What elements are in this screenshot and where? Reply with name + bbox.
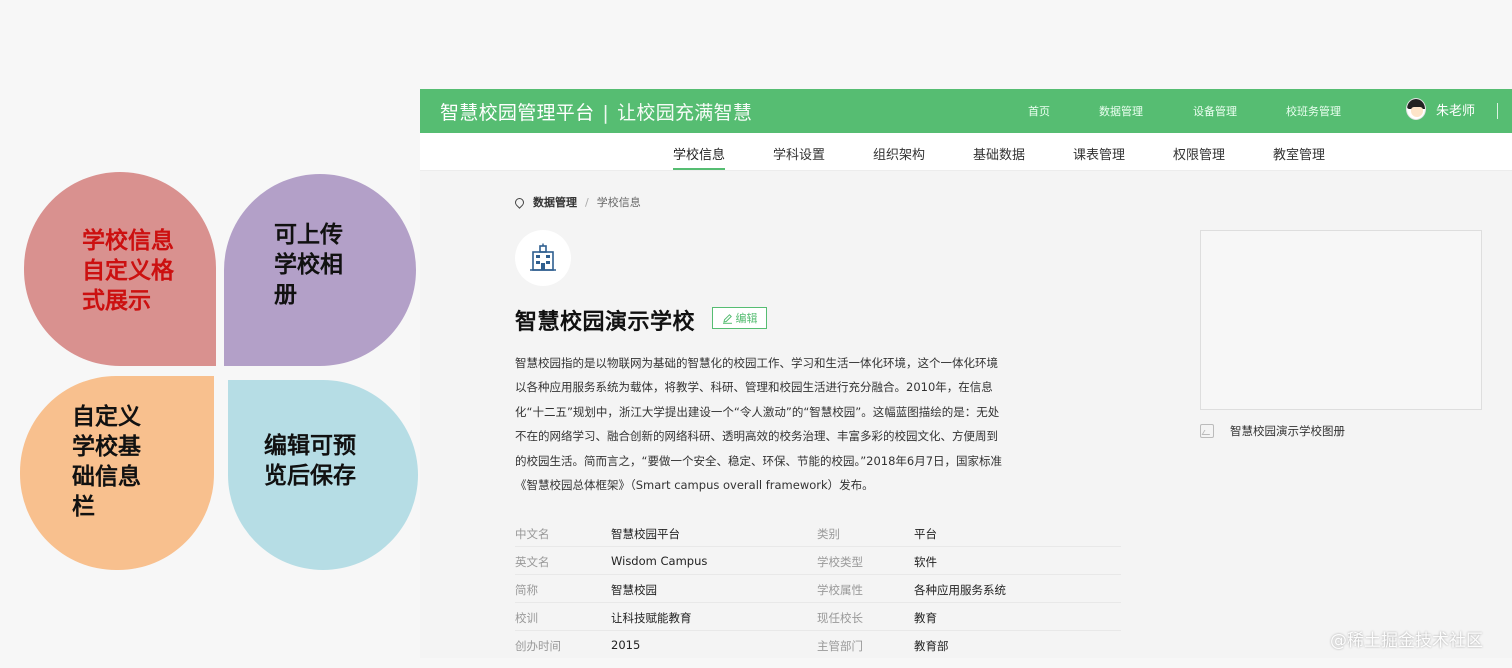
school-building-icon (530, 243, 556, 271)
school-logo (515, 230, 571, 286)
description-line: 智慧校园指的是以物联网为基础的智慧化的校园工作、学习和生活一体化环境，这个一体化… (515, 356, 998, 370)
description-line: 化“十二五”规划中，浙江大学提出建设一个“令人激动”的“智慧校园”。这幅蓝图描绘… (515, 404, 1000, 419)
info-value: 2015 (611, 638, 641, 652)
nav-device-management[interactable]: 设备管理 (1193, 103, 1237, 119)
info-row: 简称 智慧校园 学校属性 各种应用服务系统 (515, 575, 1121, 603)
nav-class-management[interactable]: 校班务管理 (1286, 103, 1341, 119)
brand[interactable]: 智慧校园管理平台 | 让校园充满智慧 (440, 98, 752, 125)
info-value: 软件 (914, 555, 937, 569)
info-value: 平台 (914, 527, 937, 541)
info-value: 智慧校园 (611, 583, 657, 597)
school-info-table: 中文名 智慧校园平台 类别 平台 英文名 Wisdom Campus 学校类型 … (515, 519, 1121, 658)
info-key: 学校类型 (817, 555, 863, 569)
tab-basic-data[interactable]: 基础数据 (973, 144, 1025, 163)
petal-text-album-upload: 可上传 学校相 册 (274, 222, 343, 308)
brand-slogan: 让校园充满智慧 (617, 102, 753, 124)
user-menu[interactable]: 朱老师 (1406, 98, 1475, 120)
description-line: 的校园生活。简而言之，“要做一个安全、稳定、环保、节能的校园。”2018年6月7… (515, 453, 1003, 468)
petal-text-custom-fields: 自定义 学校基 础信息 栏 (72, 404, 141, 520)
info-row: 校训 让科技赋能教育 现任校长 教育 (515, 603, 1121, 631)
album-caption[interactable]: 智慧校园演示学校图册 (1200, 423, 1345, 439)
petal-text-school-info: 学校信息 自定义格 式展示 (82, 228, 174, 314)
edit-button-label: 编辑 (735, 312, 758, 325)
breadcrumb: 数据管理 / 学校信息 (513, 194, 641, 210)
info-row: 创办时间 2015 主管部门 教育部 (515, 631, 1121, 658)
breadcrumb-separator: / (585, 195, 589, 209)
info-value: Wisdom Campus (611, 554, 708, 568)
brand-name: 智慧校园管理平台 (440, 102, 595, 124)
info-key: 创办时间 (515, 639, 561, 653)
location-pin-icon (513, 195, 526, 209)
app-window: 智慧校园管理平台 | 让校园充满智慧 首页 数据管理 设备管理 校班务管理 朱老师 … (420, 89, 1512, 658)
watermark: @稀土掘金技术社区 (1330, 631, 1483, 651)
tab-subject-settings[interactable]: 学科设置 (773, 144, 825, 163)
school-description: 智慧校园指的是以物联网为基础的智慧化的校园工作、学习和生活一体化环境，这个一体化… (515, 351, 1005, 497)
info-key: 简称 (515, 583, 538, 597)
user-name[interactable]: 朱老师 (1436, 100, 1475, 119)
info-row: 英文名 Wisdom Campus 学校类型 软件 (515, 547, 1121, 575)
active-tab-indicator (673, 168, 725, 170)
description-line: 以各种应用服务系统为载体，将教学、科研、管理和校园生活进行充分融合。2010年，… (515, 380, 993, 395)
info-key: 英文名 (515, 555, 550, 569)
avatar[interactable] (1406, 98, 1426, 120)
info-value: 教育部 (914, 639, 949, 653)
breadcrumb-level2: 学校信息 (596, 196, 641, 209)
tab-school-info[interactable]: 学校信息 (673, 144, 725, 163)
brand-separator: | (602, 102, 610, 124)
tab-classrooms[interactable]: 教室管理 (1273, 144, 1325, 163)
info-key: 主管部门 (817, 639, 863, 653)
info-row: 中文名 智慧校园平台 类别 平台 (515, 519, 1121, 547)
info-value: 智慧校园平台 (611, 527, 680, 541)
album-caption-text: 智慧校园演示学校图册 (1230, 424, 1345, 438)
info-key: 类别 (817, 527, 840, 541)
tab-timetable[interactable]: 课表管理 (1073, 144, 1125, 163)
top-bar: 智慧校园管理平台 | 让校园充满智慧 首页 数据管理 设备管理 校班务管理 朱老师 (420, 89, 1512, 133)
info-value: 让科技赋能教育 (611, 611, 692, 625)
description-line: 《智慧校园总体框架》（Smart campus overall framewor… (515, 478, 874, 493)
breadcrumb-level1[interactable]: 数据管理 (533, 194, 577, 210)
sub-nav: 学校信息 学科设置 组织架构 基础数据 课表管理 权限管理 教室管理 (420, 133, 1512, 171)
info-key: 中文名 (515, 527, 550, 541)
edit-pencil-icon (722, 313, 732, 324)
tab-organization[interactable]: 组织架构 (873, 144, 925, 163)
petal-text-edit-preview: 编辑可预 览后保存 (264, 433, 356, 489)
info-key: 校训 (515, 611, 538, 625)
top-bar-divider (1497, 103, 1498, 119)
info-value: 各种应用服务系统 (914, 583, 1006, 597)
nav-data-management[interactable]: 数据管理 (1099, 103, 1143, 119)
tab-permissions[interactable]: 权限管理 (1173, 144, 1225, 163)
nav-home[interactable]: 首页 (1028, 103, 1050, 119)
image-icon (1200, 424, 1214, 438)
school-name: 智慧校园演示学校 (515, 310, 696, 335)
info-key: 学校属性 (817, 583, 863, 597)
edit-button[interactable]: 编辑 (712, 307, 767, 329)
description-line: 不在的网络学习、融合创新的网络科研、透明高效的校务治理、丰富多彩的校园文化、方便… (515, 429, 998, 444)
school-album-preview[interactable] (1200, 230, 1482, 410)
info-value: 教育 (914, 611, 937, 625)
info-key: 现任校长 (817, 611, 863, 625)
